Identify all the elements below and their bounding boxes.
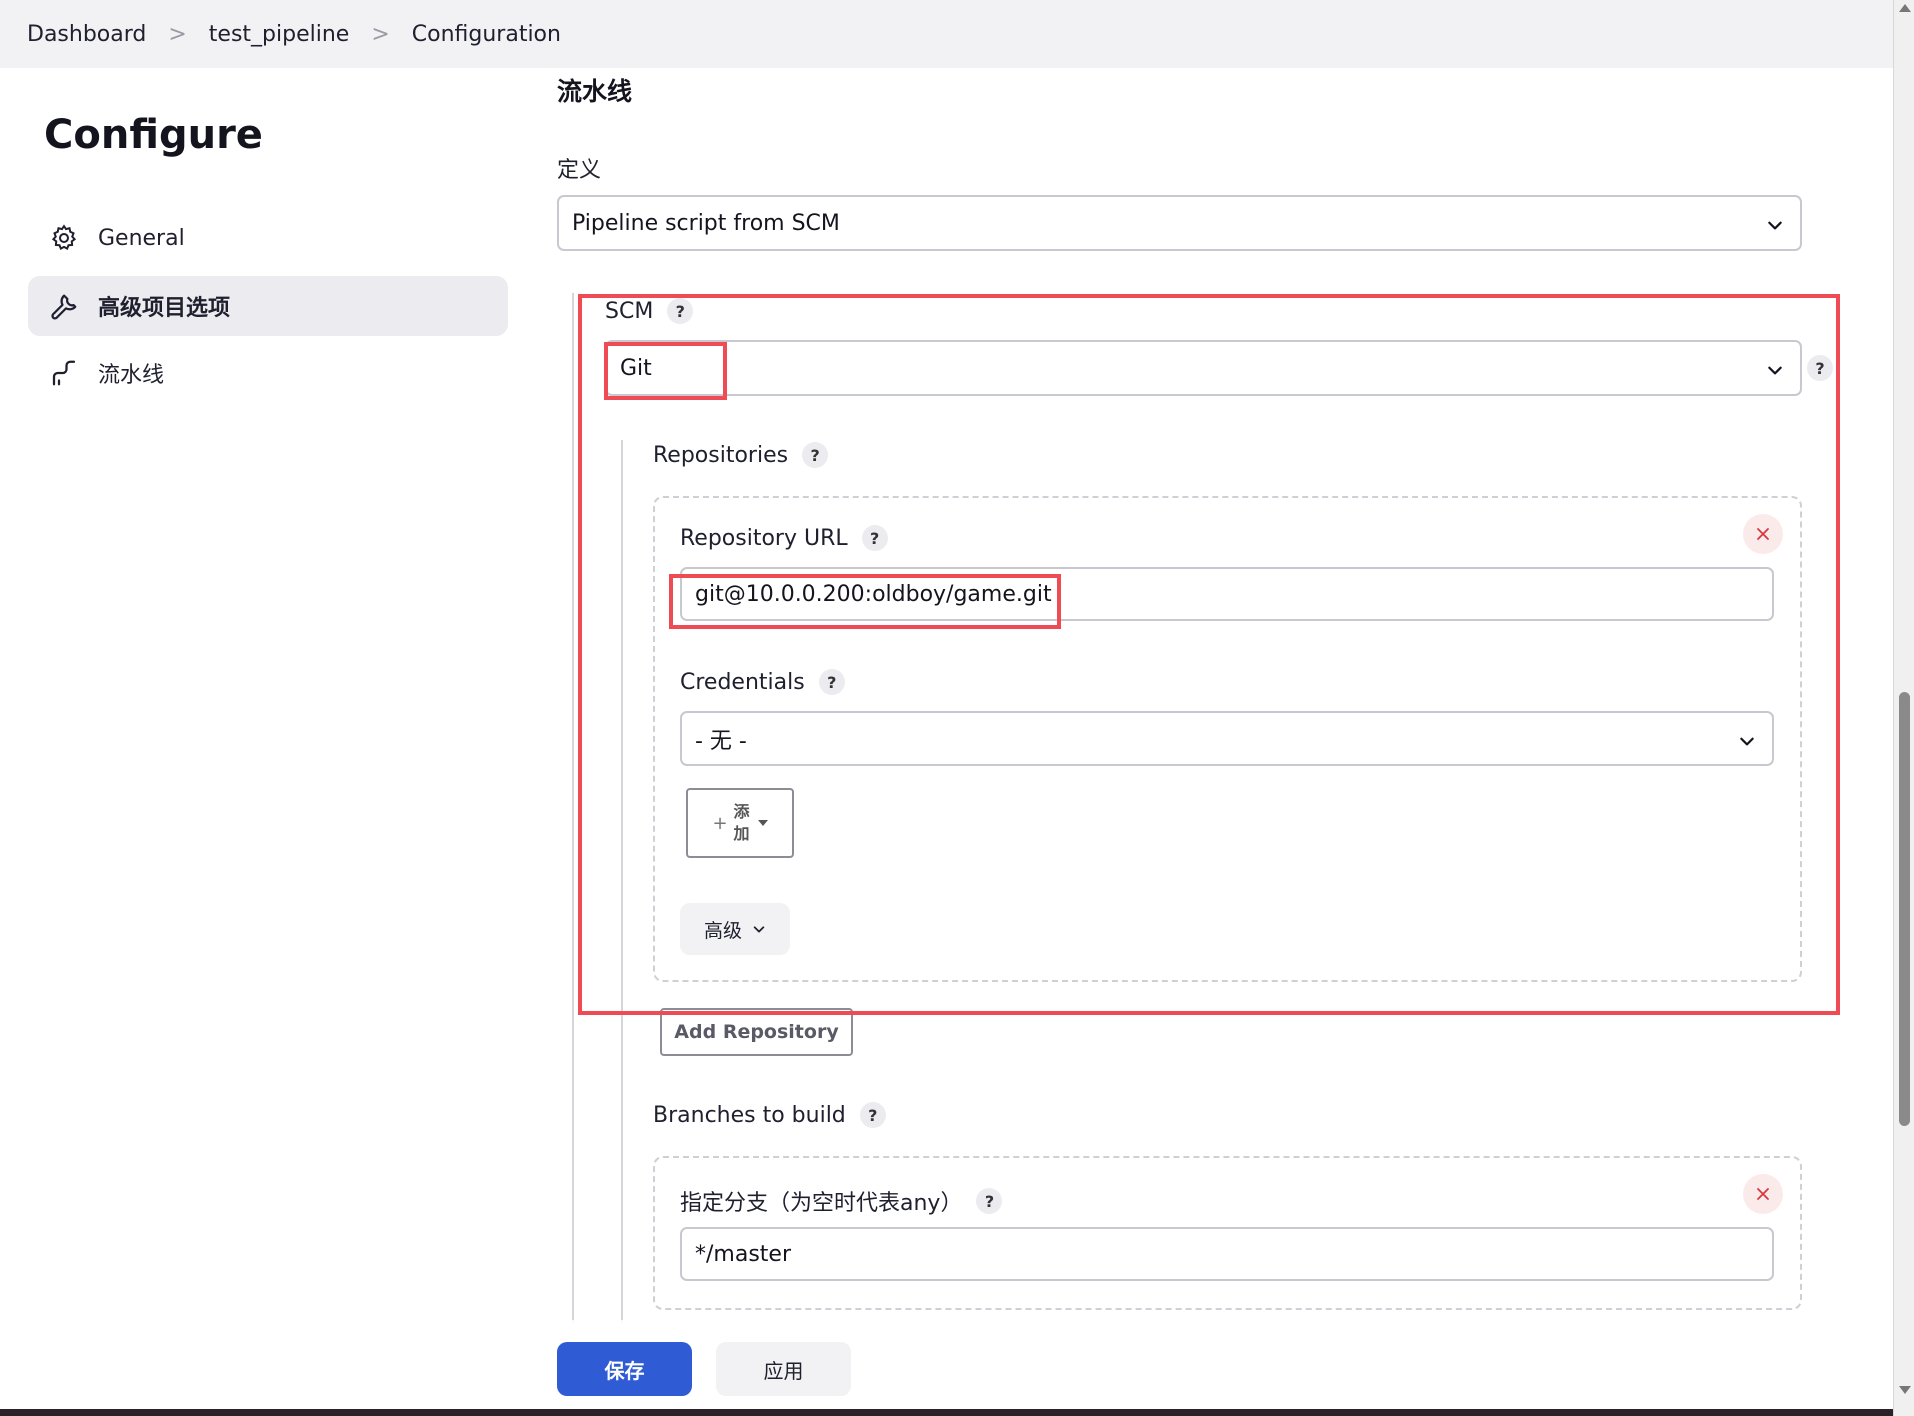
sidebar-item-pipeline[interactable]: 流水线 <box>28 343 508 403</box>
vertical-scrollbar[interactable] <box>1893 0 1914 1416</box>
scroll-up-arrow-icon[interactable] <box>1899 4 1911 12</box>
branch-specifier-label-text: 指定分支（为空时代表any） <box>680 1191 963 1216</box>
breadcrumb-dashboard[interactable]: Dashboard <box>27 22 146 47</box>
branch-specifier-value: */master <box>695 1241 791 1267</box>
scm-indent-line <box>572 293 574 1323</box>
sidebar-item-label: 高级项目选项 <box>98 296 231 321</box>
branch-specifier-help-icon[interactable]: ? <box>976 1188 1003 1214</box>
save-button[interactable]: 保存 <box>557 1342 692 1396</box>
highlight-repository-url <box>669 574 1061 629</box>
breadcrumb-separator-icon: > <box>371 21 390 47</box>
apply-button[interactable]: 应用 <box>716 1342 851 1396</box>
wrench-icon <box>48 290 80 322</box>
definition-label: 定义 <box>557 152 601 184</box>
gear-icon <box>48 222 80 254</box>
section-title-pipeline: 流水线 <box>557 77 633 106</box>
add-repository-button[interactable]: Add Repository <box>660 1008 853 1056</box>
sidebar-item-label: 流水线 <box>98 363 165 388</box>
definition-label-text: 定义 <box>557 158 602 183</box>
highlight-scm-git <box>604 342 727 400</box>
branches-label: Branches to build ? <box>653 1102 886 1128</box>
sidebar-item-advanced-options[interactable]: 高级项目选项 <box>28 276 508 336</box>
highlight-scm-section <box>578 294 1840 1015</box>
jenkins-configure-page: Dashboard > test_pipeline > Configuratio… <box>0 0 1914 1416</box>
breadcrumb-test-pipeline[interactable]: test_pipeline <box>209 22 350 47</box>
branches-help-icon[interactable]: ? <box>859 1102 886 1128</box>
sidebar-item-label: General <box>98 225 185 251</box>
branch-specifier-label: 指定分支（为空时代表any） ? <box>680 1185 1003 1217</box>
sidebar-item-general[interactable]: General <box>28 208 508 268</box>
remove-branch-button[interactable] <box>1743 1174 1783 1214</box>
chevron-down-icon <box>1766 215 1784 233</box>
close-icon <box>1757 1188 1769 1200</box>
page-title: Configure <box>44 112 263 158</box>
definition-select[interactable]: Pipeline script from SCM <box>557 195 1802 251</box>
scroll-down-arrow-icon[interactable] <box>1899 1386 1911 1394</box>
breadcrumb-separator-icon: > <box>168 21 187 47</box>
branch-specifier-input[interactable]: */master <box>680 1227 1774 1281</box>
scrollbar-thumb[interactable] <box>1899 692 1910 1126</box>
pipeline-icon <box>48 357 80 389</box>
taskbar-edge <box>0 1409 1893 1416</box>
definition-select-value: Pipeline script from SCM <box>572 210 840 236</box>
breadcrumb-configuration[interactable]: Configuration <box>412 22 561 47</box>
branches-label-text: Branches to build <box>653 1102 846 1128</box>
breadcrumb: Dashboard > test_pipeline > Configuratio… <box>0 0 1893 68</box>
